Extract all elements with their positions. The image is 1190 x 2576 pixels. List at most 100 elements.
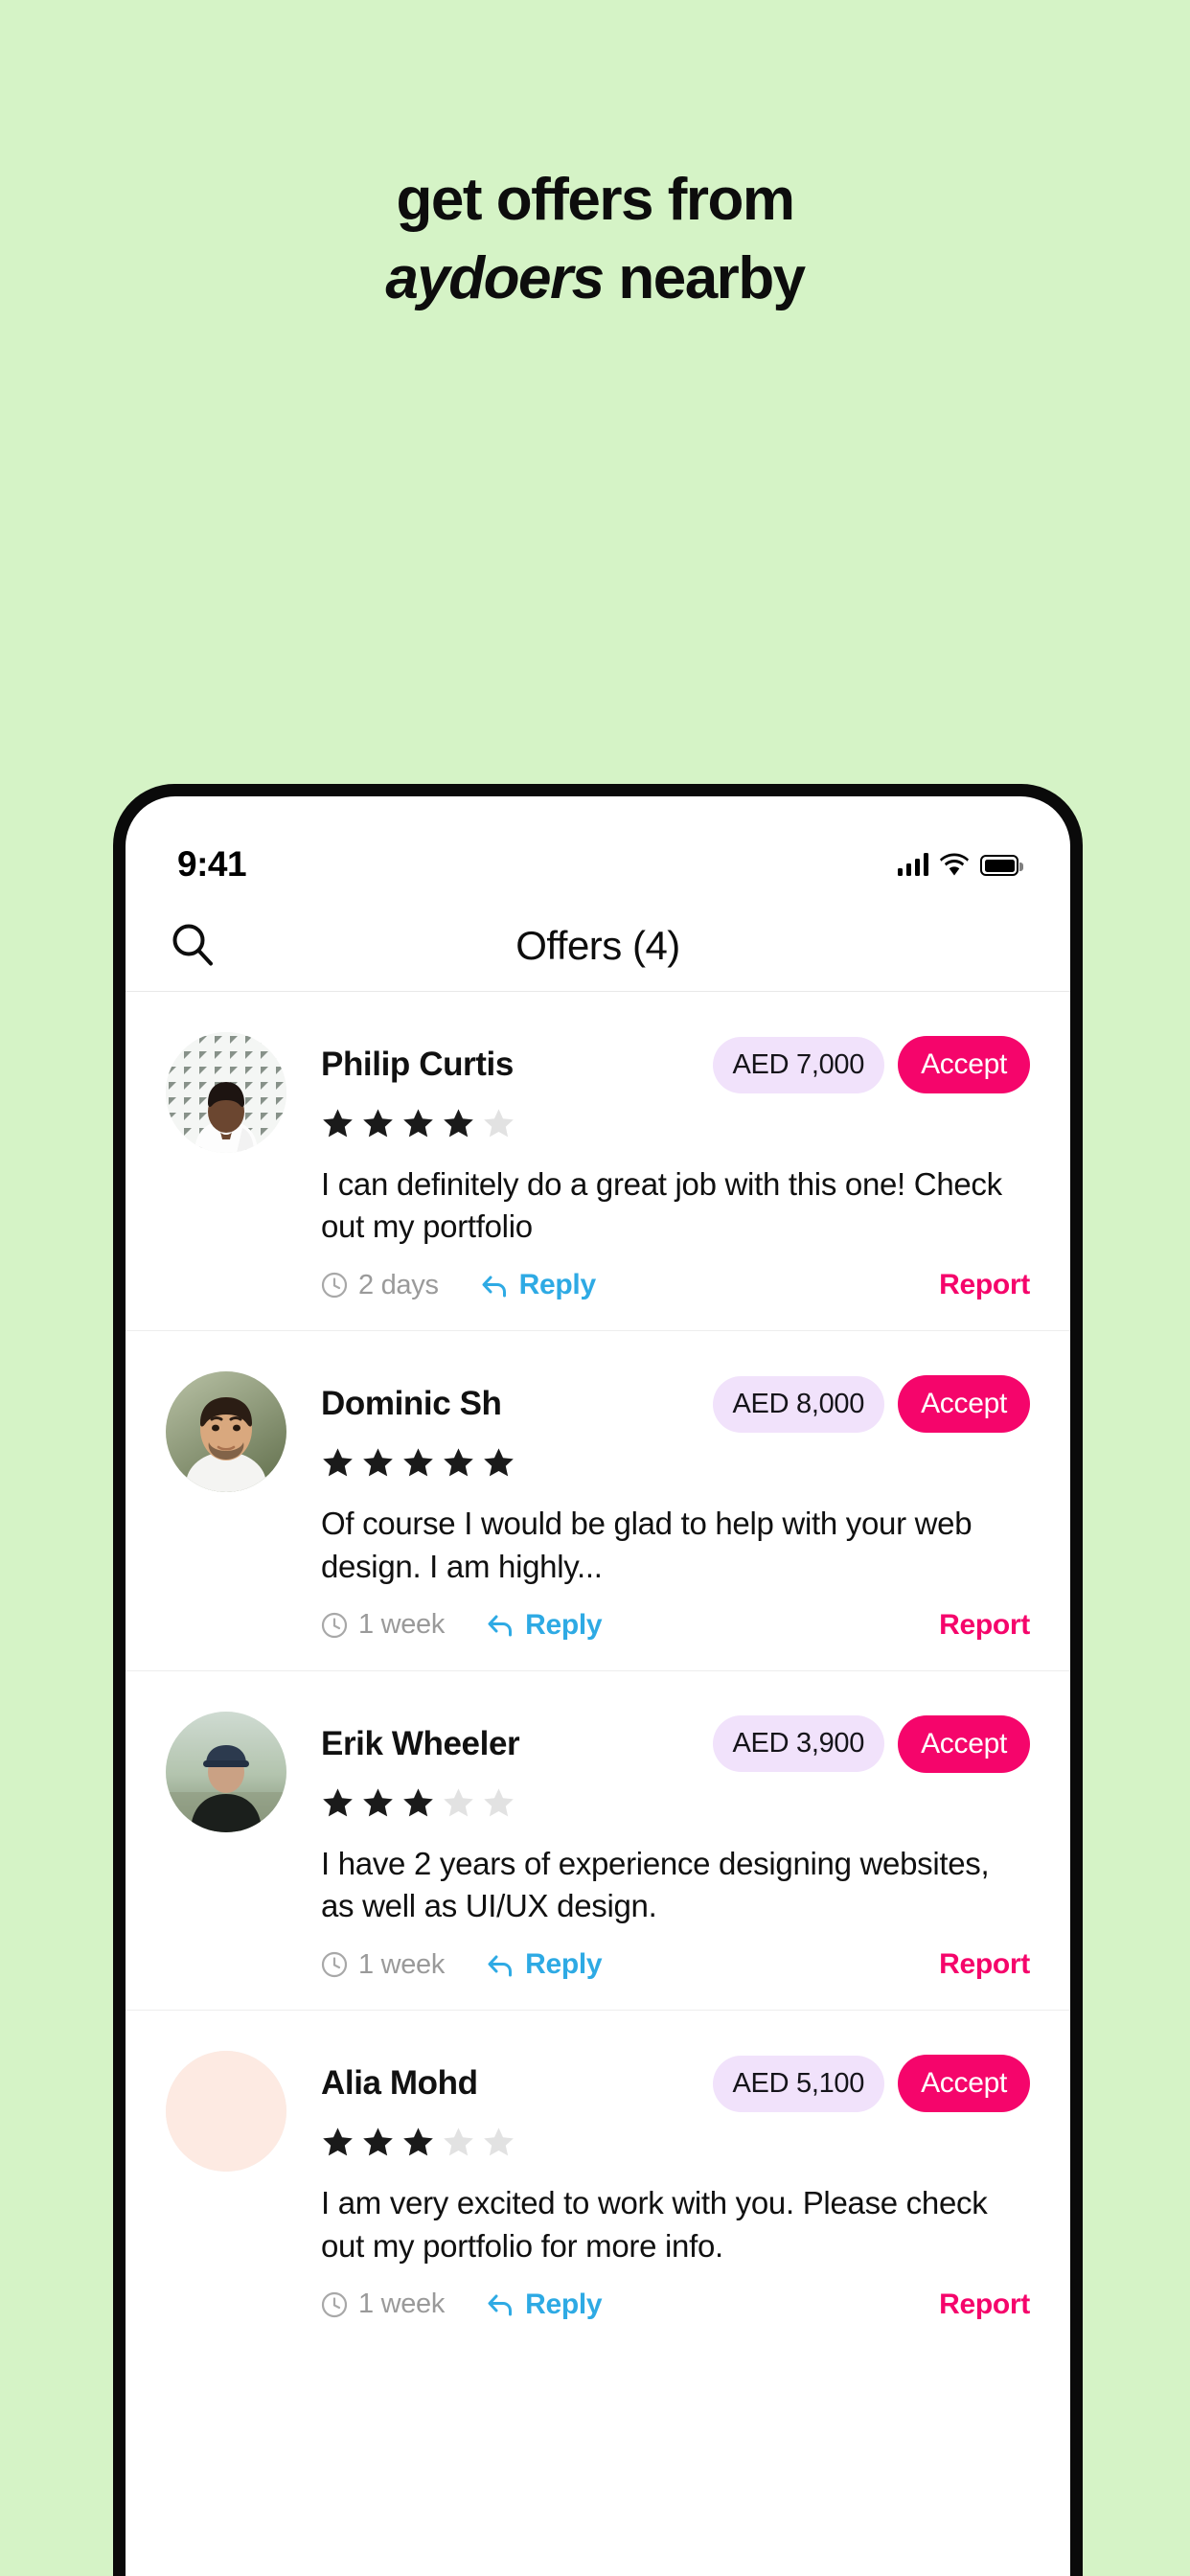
- offer-footer-row: 1 week Reply Report: [321, 1609, 1030, 1642]
- offer-price-badge: AED 3,900: [712, 1715, 885, 1773]
- offer-message: I can definitely do a great job with thi…: [321, 1166, 1002, 1245]
- star-filled-icon: [403, 1448, 433, 1477]
- reply-label: Reply: [525, 2288, 603, 2320]
- reply-button[interactable]: Reply: [479, 1269, 596, 1301]
- status-bar-time: 9:41: [177, 844, 247, 884]
- page-title: Offers (4): [515, 922, 680, 968]
- clock-icon: [321, 1952, 348, 1978]
- offer-card[interactable]: Erik Wheeler AED 3,900 Accept I have 2 y…: [126, 1671, 1070, 2012]
- offer-card[interactable]: Alia Mohd AED 5,100 Accept I am very exc…: [126, 2011, 1070, 2349]
- report-button[interactable]: Report: [939, 1269, 1030, 1301]
- reply-label: Reply: [518, 1269, 597, 1301]
- reply-label: Reply: [525, 1608, 603, 1641]
- wifi-icon: [940, 853, 969, 876]
- headline-line-2-rest: nearby: [603, 245, 806, 311]
- offer-card[interactable]: Dominic Sh AED 8,000 Accept Of course I …: [126, 1331, 1070, 1671]
- offer-author-name: Alia Mohd: [321, 2064, 478, 2103]
- offer-timestamp: 2 days: [321, 1270, 439, 1301]
- clock-icon: [321, 2291, 348, 2317]
- offer-author-name: Erik Wheeler: [321, 1724, 520, 1762]
- offer-list: Philip Curtis AED 7,000 Accept I can def…: [126, 992, 1070, 2350]
- offer-body: Erik Wheeler AED 3,900 Accept I have 2 y…: [321, 1712, 1030, 1981]
- star-filled-icon: [363, 1109, 393, 1138]
- rating-stars: [321, 1446, 1030, 1480]
- offer-body: Dominic Sh AED 8,000 Accept Of course I …: [321, 1371, 1030, 1641]
- star-empty-icon: [444, 2128, 473, 2156]
- headline-line-2: aydoers nearby: [0, 249, 1190, 309]
- star-empty-icon: [484, 2128, 514, 2156]
- rating-stars: [321, 1786, 1030, 1820]
- reply-arrow-icon: [482, 1276, 506, 1298]
- promo-headline: get offers from aydoers nearby: [0, 171, 1190, 309]
- star-filled-icon: [403, 1788, 433, 1817]
- offer-timestamp: 1 week: [321, 1609, 445, 1641]
- offer-timestamp-label: 1 week: [358, 2288, 446, 2320]
- offer-author-name: Dominic Sh: [321, 1385, 502, 1423]
- phone-screen: 9:41 Offers (4) Philip Curtis AED 7,000 …: [126, 796, 1070, 2576]
- headline-line-1: get offers from: [396, 167, 795, 233]
- offer-header-row: Erik Wheeler AED 3,900 Accept: [321, 1714, 1030, 1773]
- star-filled-icon: [403, 2128, 433, 2156]
- star-empty-icon: [484, 1788, 514, 1817]
- star-filled-icon: [323, 1788, 353, 1817]
- reply-arrow-icon: [488, 2294, 513, 2316]
- status-bar: 9:41: [126, 796, 1070, 900]
- avatar-alia-mohd[interactable]: [166, 2051, 286, 2173]
- reply-button[interactable]: Reply: [485, 2288, 603, 2321]
- offer-footer-row: 1 week Reply Report: [321, 2288, 1030, 2321]
- offer-message: I have 2 years of experience designing w…: [321, 1845, 990, 1924]
- accept-button[interactable]: Accept: [898, 2055, 1030, 2113]
- accept-button[interactable]: Accept: [898, 1036, 1030, 1093]
- offer-footer-row: 2 days Reply Report: [321, 1269, 1030, 1301]
- offer-message: I am very excited to work with you. Plea…: [321, 2185, 988, 2264]
- offer-author-name: Philip Curtis: [321, 1046, 514, 1083]
- cellular-bars-icon: [897, 853, 928, 876]
- offer-header-row: Alia Mohd AED 5,100 Accept: [321, 2055, 1030, 2113]
- search-button[interactable]: [164, 916, 223, 976]
- star-filled-icon: [323, 2128, 353, 2156]
- avatar-dominic-sh[interactable]: [166, 1371, 286, 1493]
- accept-button[interactable]: Accept: [898, 1714, 1030, 1773]
- star-filled-icon: [444, 1448, 473, 1477]
- rating-stars: [321, 1107, 1030, 1140]
- offer-timestamp-label: 1 week: [358, 1948, 446, 1980]
- reply-button[interactable]: Reply: [485, 1608, 603, 1642]
- star-filled-icon: [363, 1788, 393, 1817]
- avatar-philip-curtis[interactable]: [166, 1032, 286, 1153]
- star-filled-icon: [323, 1448, 353, 1477]
- star-filled-icon: [363, 1448, 393, 1477]
- star-empty-icon: [484, 1109, 514, 1138]
- offer-message: Of course I would be glad to help with y…: [321, 1506, 973, 1584]
- rating-stars: [321, 2126, 1030, 2159]
- reply-arrow-icon: [488, 1955, 513, 1977]
- headline-brand-word: aydoers: [385, 245, 605, 311]
- star-filled-icon: [363, 2128, 393, 2156]
- avatar-erik-wheeler[interactable]: [166, 1711, 286, 1832]
- reply-arrow-icon: [488, 1615, 513, 1637]
- accept-button[interactable]: Accept: [898, 1375, 1030, 1434]
- search-icon: [172, 924, 213, 965]
- report-button[interactable]: Report: [939, 2288, 1030, 2321]
- report-button[interactable]: Report: [939, 1948, 1030, 1981]
- report-button[interactable]: Report: [939, 1609, 1030, 1642]
- offer-card[interactable]: Philip Curtis AED 7,000 Accept I can def…: [126, 992, 1070, 1332]
- star-empty-icon: [444, 1788, 473, 1817]
- offer-price-badge: AED 8,000: [712, 1375, 885, 1433]
- offer-header-row: Dominic Sh AED 8,000 Accept: [321, 1375, 1030, 1434]
- offer-body: Alia Mohd AED 5,100 Accept I am very exc…: [321, 2051, 1030, 2320]
- reply-label: Reply: [525, 1948, 603, 1981]
- star-filled-icon: [484, 1448, 514, 1477]
- offer-timestamp-label: 1 week: [358, 1609, 446, 1641]
- clock-icon: [321, 1273, 348, 1299]
- offer-timestamp: 1 week: [321, 2288, 445, 2320]
- reply-button[interactable]: Reply: [485, 1948, 603, 1981]
- offer-header-row: Philip Curtis AED 7,000 Accept: [321, 1036, 1030, 1093]
- phone-frame: 9:41 Offers (4) Philip Curtis AED 7,000 …: [113, 784, 1083, 2576]
- clock-icon: [321, 1612, 348, 1638]
- offer-price-badge: AED 5,100: [712, 2055, 885, 2112]
- star-filled-icon: [444, 1109, 473, 1138]
- status-bar-indicators: [897, 853, 1023, 876]
- app-header: Offers (4): [126, 900, 1070, 992]
- battery-full-icon: [980, 855, 1023, 876]
- star-filled-icon: [403, 1109, 433, 1138]
